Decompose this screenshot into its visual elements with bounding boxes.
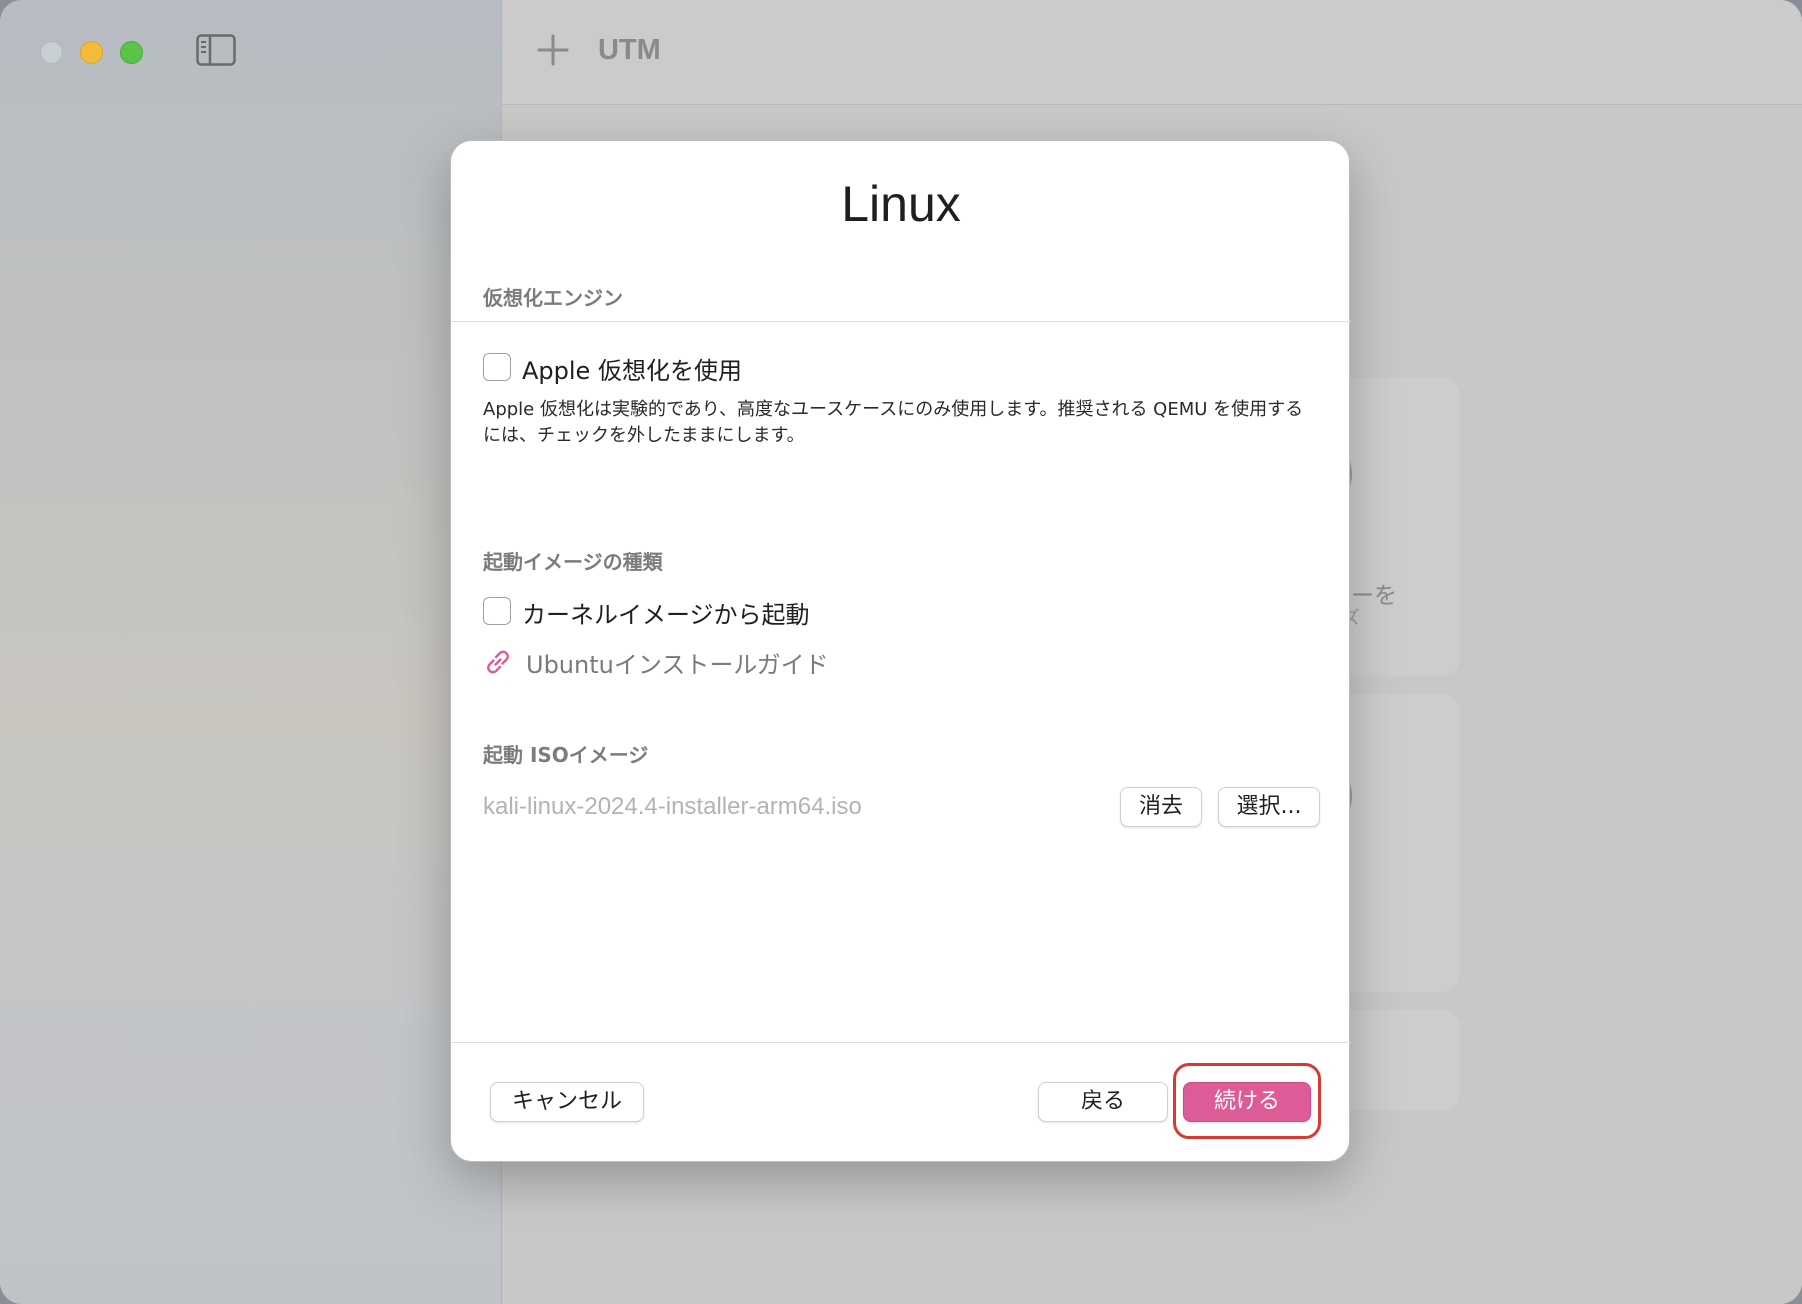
window-zoom-button[interactable] xyxy=(120,41,143,64)
choose-iso-button[interactable]: 選択... xyxy=(1218,787,1320,827)
sidebar-toggle-icon[interactable] xyxy=(196,34,236,66)
boot-type-section-label: 起動イメージの種類 xyxy=(483,550,663,574)
toolbar: UTM xyxy=(502,0,1802,105)
divider xyxy=(451,321,1351,322)
window-minimize-button[interactable] xyxy=(80,41,103,64)
kernel-image-label[interactable]: カーネルイメージから起動 xyxy=(522,595,810,630)
apple-virtualization-label[interactable]: Apple 仮想化を使用 xyxy=(522,351,742,386)
kernel-image-checkbox[interactable] xyxy=(483,597,511,625)
plus-icon[interactable] xyxy=(536,33,570,67)
dialog-title: Linux xyxy=(841,176,961,232)
window-close-button[interactable] xyxy=(40,41,63,64)
link-icon[interactable] xyxy=(483,647,513,677)
ubuntu-install-guide-link[interactable]: Ubuntuインストールガイド xyxy=(526,645,829,680)
app-title: UTM xyxy=(598,34,661,66)
apple-virtualization-checkbox[interactable] xyxy=(483,353,511,381)
back-button[interactable]: 戻る xyxy=(1038,1082,1168,1122)
iso-file-value: kali-linux-2024.4-installer-arm64.iso xyxy=(483,793,862,820)
cancel-button[interactable]: キャンセル xyxy=(490,1082,644,1122)
clear-iso-button[interactable]: 消去 xyxy=(1120,787,1202,827)
continue-highlight-annotation xyxy=(1173,1063,1321,1139)
sidebar xyxy=(0,0,502,1304)
apple-virtualization-description: Apple 仮想化は実験的であり、高度なユースケースにのみ使用します。推奨される… xyxy=(483,399,1304,446)
new-vm-dialog: Linux 仮想化エンジン Apple 仮想化を使用 Apple 仮想化は実験的… xyxy=(450,140,1351,1162)
iso-section-label: 起動 ISOイメージ xyxy=(483,743,649,767)
engine-section-label: 仮想化エンジン xyxy=(483,286,623,310)
footer-divider xyxy=(451,1042,1351,1043)
